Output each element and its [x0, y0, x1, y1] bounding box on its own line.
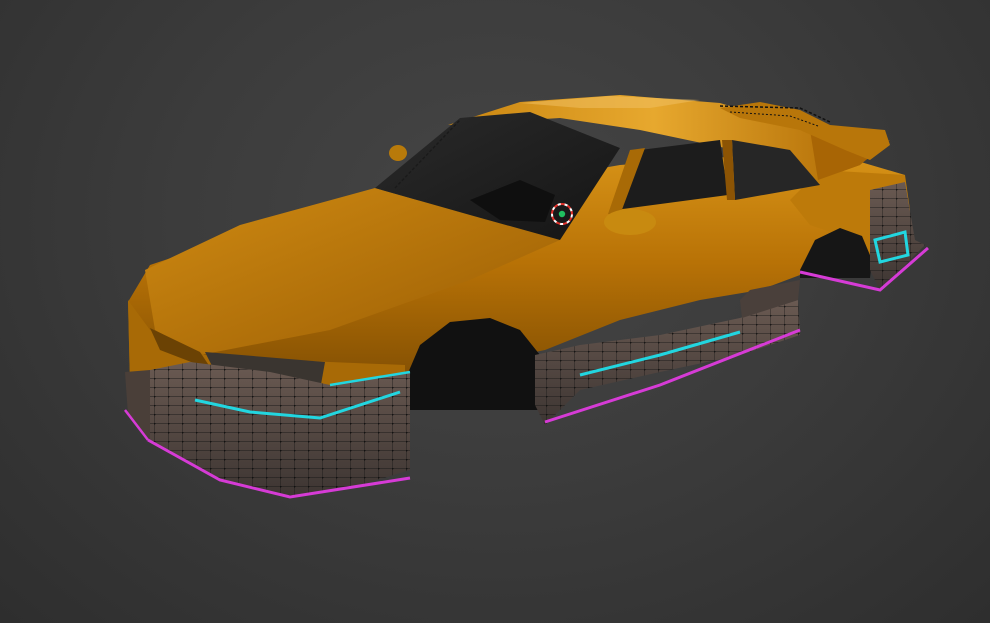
3d-viewport[interactable] [0, 0, 990, 623]
viewport-scene[interactable] [0, 0, 990, 623]
side-mirror [604, 209, 656, 235]
front-bumper-mesh[interactable] [124, 362, 411, 499]
